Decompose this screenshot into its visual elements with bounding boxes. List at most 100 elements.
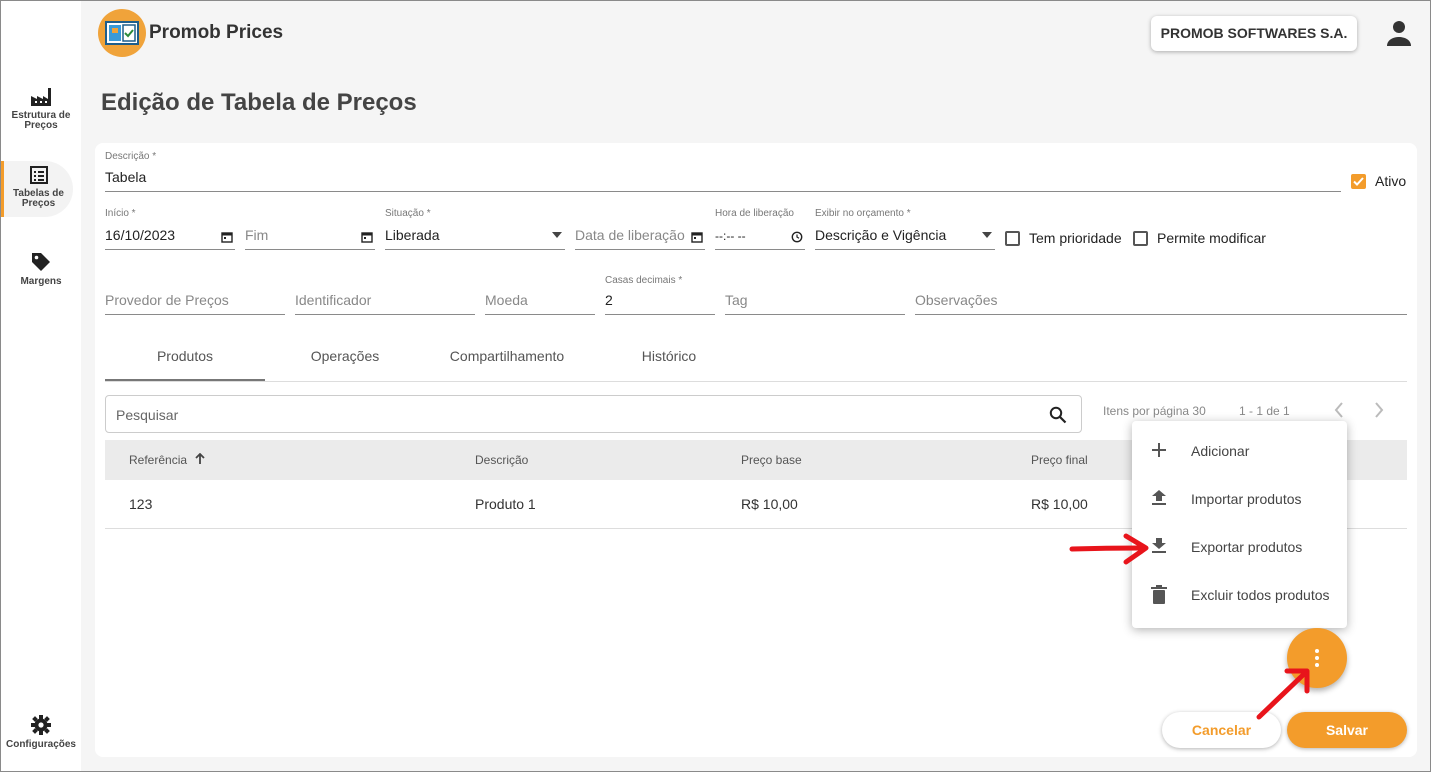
chevron-left-icon[interactable]	[1333, 401, 1345, 419]
checkbox-box	[1005, 230, 1020, 246]
tab-compartilhamento[interactable]: Compartilhamento	[427, 341, 587, 381]
column-header-descricao[interactable]: Descrição	[475, 453, 528, 467]
items-per-page-label[interactable]: Itens por página 30	[1103, 404, 1206, 418]
cell-preco-base: R$ 10,00	[741, 496, 798, 512]
cell-preco-final: R$ 10,00	[1031, 496, 1088, 512]
calendar-icon[interactable]	[221, 231, 233, 243]
sidebar-item-label: Estrutura de Preços	[11, 110, 71, 131]
plus-icon	[1152, 443, 1166, 457]
checkbox-box	[1351, 173, 1366, 189]
sidebar: Estrutura de Preços Tabelas de Preços Ma…	[1, 1, 81, 771]
field-placeholder: Identificador	[295, 292, 372, 308]
app-logo	[98, 9, 146, 57]
menu-item-exportar[interactable]: Exportar produtos	[1132, 523, 1347, 571]
field-label: Início *	[105, 208, 136, 219]
menu-item-importar[interactable]: Importar produtos	[1132, 475, 1347, 523]
sidebar-item-estrutura[interactable]: Estrutura de Preços	[5, 87, 77, 131]
field-label: Exibir no orçamento *	[815, 208, 911, 219]
data-liberacao-field[interactable]: Data de liberação	[575, 208, 705, 250]
exibir-orcamento-select[interactable]: Exibir no orçamento * Descrição e Vigênc…	[815, 208, 995, 250]
field-placeholder: Provedor de Preços	[105, 292, 229, 308]
column-header-referencia[interactable]: Referência	[129, 452, 206, 467]
logo-icon	[105, 21, 139, 45]
sidebar-item-margens[interactable]: Margens	[5, 251, 77, 287]
menu-item-label: Excluir todos produtos	[1191, 587, 1330, 603]
pager-range: 1 - 1 de 1	[1239, 404, 1290, 418]
casas-decimais-field[interactable]: Casas decimais * 2	[605, 275, 715, 315]
field-label: Descrição *	[105, 151, 157, 162]
menu-item-label: Exportar produtos	[1191, 539, 1303, 555]
field-value: Descrição e Vigência	[815, 227, 947, 243]
annotation-arrow-icon	[1256, 668, 1310, 720]
user-icon[interactable]	[1384, 19, 1414, 47]
annotation-arrow-icon	[1069, 533, 1149, 565]
permite-modificar-checkbox[interactable]: Permite modificar	[1133, 230, 1266, 246]
app-window: Estrutura de Preços Tabelas de Preços Ma…	[0, 0, 1431, 772]
sidebar-item-configuracoes[interactable]: Configurações	[5, 714, 77, 750]
calendar-icon[interactable]	[691, 231, 703, 243]
field-value: 16/10/2023	[105, 227, 176, 243]
sidebar-item-label: Tabelas de Preços	[13, 188, 64, 209]
field-placeholder: Moeda	[485, 292, 528, 308]
field-value: --:-- --	[715, 229, 746, 243]
field-placeholder: Fim	[245, 227, 269, 243]
sidebar-item-label: Margens	[20, 276, 62, 287]
tab-produtos[interactable]: Produtos	[105, 341, 265, 381]
field-value: Tabela	[105, 169, 147, 185]
descricao-field[interactable]: Descrição * Tabela	[105, 151, 1341, 192]
tag-icon	[32, 253, 50, 271]
fim-date-field[interactable]: Fim	[245, 208, 375, 250]
tem-prioridade-checkbox[interactable]: Tem prioridade	[1005, 230, 1122, 246]
tag-field[interactable]: Tag	[725, 275, 905, 315]
observacoes-field[interactable]: Observações	[915, 275, 1407, 315]
checkbox-label: Tem prioridade	[1029, 230, 1122, 246]
field-placeholder: Tag	[725, 292, 748, 308]
cell-descricao: Produto 1	[475, 496, 536, 512]
column-header-preco-base[interactable]: Preço base	[741, 453, 802, 467]
sidebar-item-label: Configurações	[5, 739, 76, 750]
dropdown-arrow-icon	[982, 232, 992, 238]
calendar-icon[interactable]	[361, 231, 373, 243]
menu-item-adicionar[interactable]: Adicionar	[1132, 427, 1347, 475]
provedor-precos-field[interactable]: Provedor de Preços	[105, 275, 285, 315]
clock-icon[interactable]	[791, 231, 803, 243]
upload-icon	[1152, 490, 1166, 505]
field-value: Liberada	[385, 227, 440, 243]
cell-referencia: 123	[129, 496, 153, 512]
field-label: Situação *	[385, 208, 431, 219]
sidebar-item-tabelas[interactable]: Tabelas de Preços	[1, 161, 73, 217]
checkbox-label: Ativo	[1375, 173, 1407, 189]
inicio-date-field[interactable]: Início * 16/10/2023	[105, 208, 235, 250]
column-header-preco-final[interactable]: Preço final	[1031, 453, 1088, 467]
field-label: Casas decimais *	[605, 275, 683, 286]
situacao-select[interactable]: Situação * Liberada	[385, 208, 565, 250]
ativo-checkbox[interactable]: Ativo	[1351, 173, 1406, 189]
company-selector-button[interactable]: PROMOB SOFTWARES S.A.	[1151, 16, 1357, 51]
factory-icon	[31, 88, 51, 106]
tab-bar: Produtos Operações Compartilhamento Hist…	[105, 341, 1407, 382]
search-icon[interactable]	[1049, 406, 1067, 424]
identificador-field[interactable]: Identificador	[295, 275, 475, 315]
search-placeholder: Pesquisar	[116, 407, 179, 423]
chevron-right-icon[interactable]	[1373, 401, 1385, 419]
menu-item-excluir-todos[interactable]: Excluir todos produtos	[1132, 571, 1347, 619]
checkbox-label: Permite modificar	[1157, 230, 1266, 246]
menu-item-label: Adicionar	[1191, 443, 1250, 459]
page-title: Edição de Tabela de Preços	[101, 89, 417, 116]
field-value: 2	[605, 292, 613, 308]
tab-historico[interactable]: Histórico	[589, 341, 749, 381]
hora-liberacao-field[interactable]: Hora de liberação --:-- --	[715, 208, 805, 250]
moeda-field[interactable]: Moeda	[485, 275, 595, 315]
field-placeholder: Data de liberação	[575, 227, 685, 243]
field-placeholder: Observações	[915, 292, 998, 308]
tab-operacoes[interactable]: Operações	[265, 341, 425, 381]
actions-menu: Adicionar Importar produtos Exportar pro…	[1132, 421, 1347, 628]
app-title: Promob Prices	[149, 22, 284, 43]
list-icon	[29, 166, 48, 184]
dropdown-arrow-icon	[552, 232, 562, 238]
search-input[interactable]: Pesquisar	[105, 395, 1082, 433]
gear-icon	[31, 715, 51, 735]
menu-item-label: Importar produtos	[1191, 491, 1302, 507]
check-icon	[1353, 176, 1364, 186]
arrow-up-icon	[195, 452, 206, 464]
